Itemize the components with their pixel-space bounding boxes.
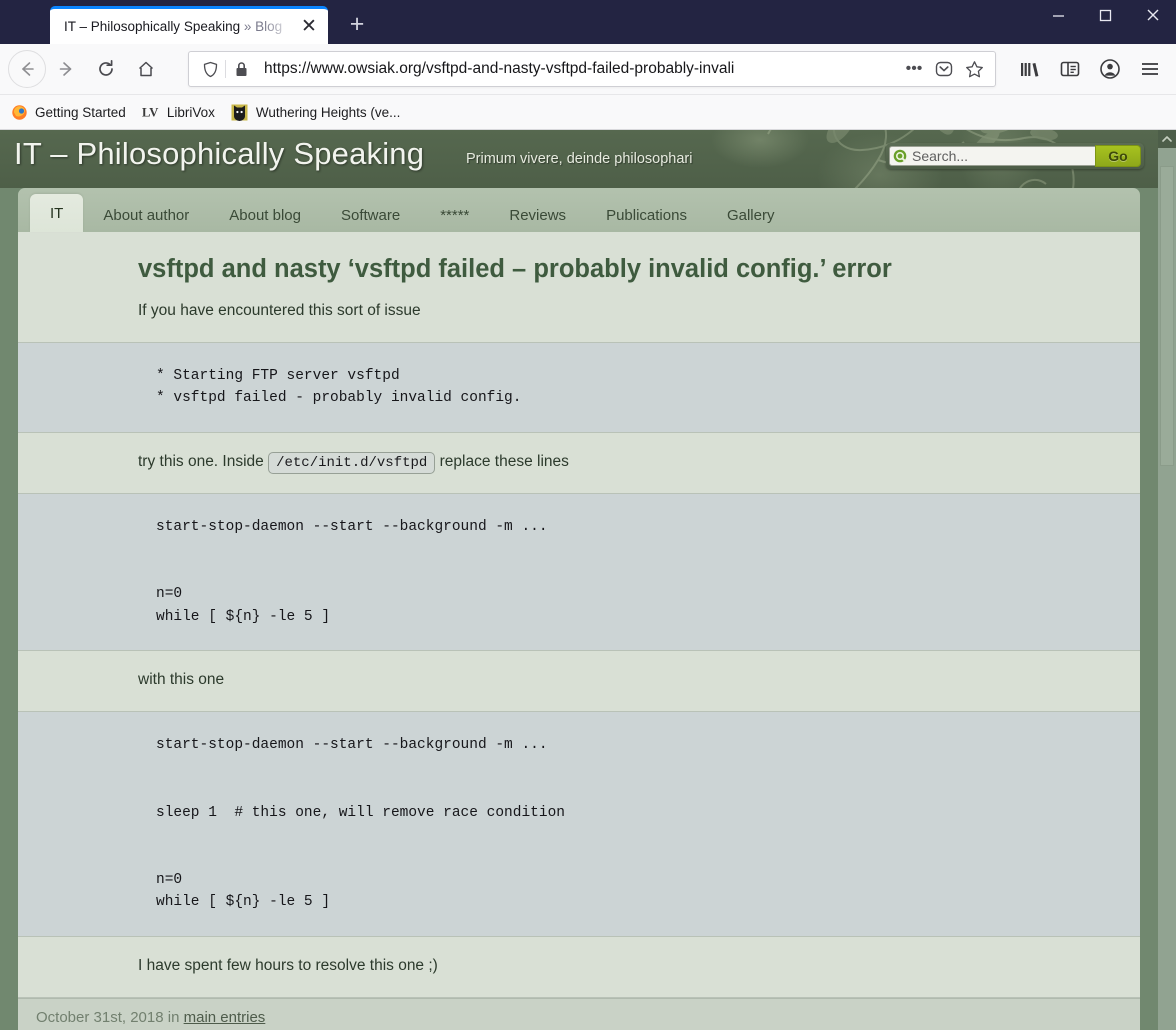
paragraph-text-before: try this one. Inside [138, 452, 269, 470]
window-controls [1035, 0, 1176, 44]
forward-icon[interactable] [46, 50, 86, 88]
code-text: * Starting FTP server vsftpd * vsftpd fa… [156, 367, 522, 407]
nav-tab-about-author[interactable]: About author [83, 198, 209, 232]
nav-tab-it[interactable]: IT [30, 194, 84, 232]
shield-icon[interactable] [195, 61, 225, 78]
post-paragraph-3: with this one [138, 671, 225, 689]
bookmarks-bar: Getting Started LV LibriVox Wuthering He… [0, 95, 1176, 130]
bookmark-label: Wuthering Heights (ve... [255, 104, 401, 120]
lock-icon[interactable] [226, 61, 256, 78]
account-icon[interactable] [1092, 51, 1128, 87]
search-go-button[interactable]: Go [1095, 145, 1141, 167]
post-content: vsftpd and nasty ‘vsftpd failed – probab… [18, 232, 1140, 998]
firefox-icon [10, 103, 28, 121]
tab-strip: IT – Philosophically Speaking » Blog ✕ + [0, 0, 1035, 44]
back-icon[interactable] [8, 50, 46, 88]
code-text: start-stop-daemon --start --background -… [156, 737, 565, 911]
post-meta: October 31st, 2018 in main entries [18, 997, 1140, 1030]
post-intro-block: vsftpd and nasty ‘vsftpd failed – probab… [18, 232, 1140, 343]
browser-titlebar: IT – Philosophically Speaking » Blog ✕ + [0, 0, 1176, 44]
search-icon [893, 149, 908, 164]
nav-tab-about-blog[interactable]: About blog [209, 198, 321, 232]
bookmark-label: Getting Started [35, 104, 126, 120]
minimize-icon[interactable] [1035, 0, 1082, 30]
bookmark-label: LibriVox [166, 104, 215, 120]
bookmark-wuthering-heights[interactable]: Wuthering Heights (ve... [231, 103, 401, 121]
code-text: start-stop-daemon --start --background -… [156, 518, 548, 625]
new-tab-button[interactable]: + [340, 7, 374, 41]
toolbar-icons [1006, 51, 1168, 87]
search-input[interactable]: Search... [889, 146, 1096, 166]
code-block-fixed: start-stop-daemon --start --background -… [18, 712, 1140, 937]
post-paragraph-2: try this one. Inside /etc/init.d/vsftpd … [18, 433, 1140, 493]
paragraph-text-after: replace these lines [435, 452, 569, 470]
library-icon[interactable] [1012, 51, 1048, 87]
nav-tab-reviews[interactable]: Reviews [489, 198, 586, 232]
post-outro-paragraph: I have spent few hours to resolve this o… [138, 956, 438, 974]
tab-title: IT – Philosophically Speaking » Blog [64, 19, 283, 34]
scroll-up-icon[interactable] [1158, 130, 1176, 148]
code-block-error: * Starting FTP server vsftpd * vsftpd fa… [18, 342, 1140, 433]
scrollbar-track[interactable] [1158, 148, 1176, 1030]
nav-tab-stars[interactable]: ***** [420, 198, 489, 232]
browser-tab-active[interactable]: IT – Philosophically Speaking » Blog ✕ [50, 6, 328, 44]
search-placeholder: Search... [912, 148, 969, 164]
librivox-icon: LV [142, 103, 160, 121]
site-title: IT – Philosophically Speaking [14, 136, 425, 171]
nav-tab-gallery[interactable]: Gallery [707, 198, 795, 232]
cat-icon [231, 103, 249, 121]
reload-icon[interactable] [86, 50, 126, 88]
nav-tab-software[interactable]: Software [321, 198, 420, 232]
maximize-icon[interactable] [1082, 0, 1129, 30]
bookmark-getting-started[interactable]: Getting Started [10, 103, 126, 121]
sidebar-icon[interactable] [1052, 51, 1088, 87]
site-navigation: IT About author About blog Software ****… [18, 188, 1140, 232]
pocket-icon[interactable] [929, 54, 959, 84]
bookmark-librivox[interactable]: LV LibriVox [142, 103, 215, 121]
site-header: IT – Philosophically Speaking Primum viv… [0, 130, 1158, 188]
site-tagline: Primum vivere, deinde philosophari [466, 151, 693, 167]
site-search: Search... Go [886, 143, 1144, 169]
close-tab-icon[interactable]: ✕ [296, 14, 322, 40]
page-title: vsftpd and nasty ‘vsftpd failed – probab… [138, 255, 892, 283]
post-paragraph-block-2: try this one. Inside /etc/init.d/vsftpd … [18, 432, 1140, 494]
menu-icon[interactable] [1132, 51, 1168, 87]
post-meta-in: in [163, 1008, 184, 1026]
post-meta-wrapper: October 31st, 2018 in main entries [18, 997, 1140, 1030]
browser-window: IT – Philosophically Speaking » Blog ✕ + [0, 0, 1176, 1030]
post-intro-paragraph: If you have encountered this sort of iss… [138, 301, 421, 319]
page-viewport: IT – Philosophically Speaking Primum viv… [0, 130, 1176, 1030]
post-date: October 31st, 2018 [36, 1008, 164, 1026]
close-window-icon[interactable] [1129, 0, 1176, 30]
home-icon[interactable] [126, 50, 166, 88]
post-outro-block: I have spent few hours to resolve this o… [18, 936, 1140, 998]
scrollbar-thumb[interactable] [1160, 166, 1174, 466]
url-text[interactable]: https://www.owsiak.org/vsftpd-and-nasty-… [256, 60, 899, 78]
code-block-original: start-stop-daemon --start --background -… [18, 493, 1140, 652]
inline-code-path: /etc/init.d/vsftpd [268, 451, 436, 474]
post-paragraph-block-3: with this one [18, 651, 1140, 713]
svg-text:LV: LV [142, 105, 158, 119]
post-category-link[interactable]: main entries [184, 1009, 266, 1026]
bookmark-star-icon[interactable] [959, 54, 989, 84]
nav-tab-publications[interactable]: Publications [586, 198, 707, 232]
address-bar[interactable]: https://www.owsiak.org/vsftpd-and-nasty-… [188, 51, 996, 87]
page-scrollbar[interactable] [1158, 130, 1176, 1030]
web-page: IT – Philosophically Speaking Primum viv… [0, 130, 1158, 1030]
browser-navigation-bar: https://www.owsiak.org/vsftpd-and-nasty-… [0, 44, 1176, 95]
page-actions-icon[interactable]: ••• [899, 54, 929, 84]
